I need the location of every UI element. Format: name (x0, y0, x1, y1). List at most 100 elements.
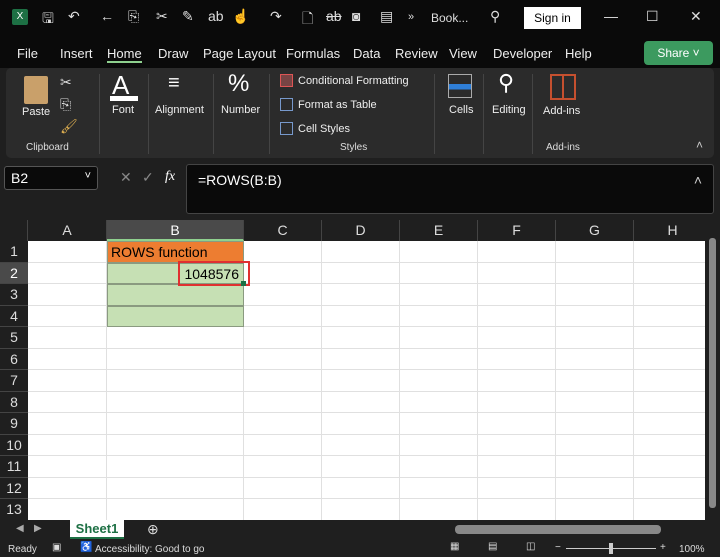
cell-B10[interactable] (107, 434, 244, 456)
cell-C1[interactable] (244, 241, 322, 263)
tab-formulas[interactable]: Formulas (286, 46, 340, 61)
column-header-B[interactable]: B (107, 220, 244, 241)
cell-D8[interactable] (322, 391, 400, 413)
row-header-10[interactable]: 10 (0, 434, 28, 456)
vertical-scrollbar[interactable] (705, 220, 720, 520)
paste-icon[interactable] (24, 76, 48, 104)
cell-F6[interactable] (478, 348, 556, 370)
copy-icon[interactable]: ⎘ (60, 96, 71, 113)
cell-C10[interactable] (244, 434, 322, 456)
touch-icon[interactable]: ☝ (232, 8, 249, 25)
tab-help[interactable]: Help (565, 46, 592, 61)
cell-D9[interactable] (322, 413, 400, 435)
cell-H10[interactable] (634, 434, 705, 456)
cell-A9[interactable] (28, 413, 107, 435)
cell-E3[interactable] (400, 284, 478, 306)
cancel-icon[interactable]: ✕ (120, 169, 132, 186)
row-header-7[interactable]: 7 (0, 370, 28, 392)
cell-H13[interactable] (634, 499, 705, 520)
cell-A13[interactable] (28, 499, 107, 520)
cell-D12[interactable] (322, 477, 400, 499)
alignment-button[interactable]: Alignment (155, 104, 204, 116)
page-layout-view-icon[interactable]: ▤ (488, 541, 497, 552)
spreadsheet-grid[interactable]: A B C D E F G H 1 ROWS function 2 1048576 3 4 5 6 7 8 9 10 1… (0, 220, 705, 520)
cell-D13[interactable] (322, 499, 400, 520)
cell-H6[interactable] (634, 348, 705, 370)
cell-H1[interactable] (634, 241, 705, 263)
cell-D3[interactable] (322, 284, 400, 306)
add-ins-icon[interactable] (550, 74, 576, 100)
prev-sheet-icon[interactable]: ◀ (16, 523, 24, 534)
add-ins-button[interactable]: Add-ins (543, 105, 580, 117)
cell-H2[interactable] (634, 262, 705, 284)
cell-A6[interactable] (28, 348, 107, 370)
cell-G1[interactable] (556, 241, 634, 263)
font-button[interactable]: Font (112, 104, 134, 116)
cell-B5[interactable] (107, 327, 244, 349)
cell-G6[interactable] (556, 348, 634, 370)
cell-A8[interactable] (28, 391, 107, 413)
macro-record-icon[interactable]: ▣ (52, 542, 61, 553)
tab-view[interactable]: View (449, 46, 477, 61)
cell-C13[interactable] (244, 499, 322, 520)
zoom-out-button[interactable]: − (555, 542, 561, 553)
cell-C2[interactable] (244, 262, 322, 284)
cell-B7[interactable] (107, 370, 244, 392)
fill-handle[interactable] (241, 281, 246, 286)
scroll-thumb[interactable] (709, 238, 716, 508)
add-sheet-icon[interactable]: ⊕ (147, 521, 159, 538)
cell-H9[interactable] (634, 413, 705, 435)
new-file-icon[interactable]: 🗋 (302, 8, 313, 32)
cell-G3[interactable] (556, 284, 634, 306)
tab-page-layout[interactable]: Page Layout (203, 46, 276, 61)
cell-E8[interactable] (400, 391, 478, 413)
sheet-tab-sheet1[interactable]: Sheet1 (70, 520, 124, 539)
spelling-icon[interactable]: ab (208, 8, 224, 24)
cell-F8[interactable] (478, 391, 556, 413)
cell-F4[interactable] (478, 305, 556, 327)
cell-D10[interactable] (322, 434, 400, 456)
cell-G4[interactable] (556, 305, 634, 327)
cell-E7[interactable] (400, 370, 478, 392)
cell-E11[interactable] (400, 456, 478, 478)
column-header-C[interactable]: C (244, 220, 322, 241)
column-header-E[interactable]: E (400, 220, 478, 241)
row-header-12[interactable]: 12 (0, 477, 28, 499)
normal-view-icon[interactable]: ▦ (450, 541, 459, 552)
tab-draw[interactable]: Draw (158, 46, 188, 61)
number-button[interactable]: Number (221, 104, 260, 116)
cell-F1[interactable] (478, 241, 556, 263)
name-box[interactable]: B2 ˅ (4, 166, 98, 190)
cell-H11[interactable] (634, 456, 705, 478)
cell-H3[interactable] (634, 284, 705, 306)
search-icon[interactable]: ⚲ (490, 8, 500, 25)
share-button[interactable]: Share ˅ (644, 41, 713, 65)
collapse-ribbon-icon[interactable]: ˄ (696, 138, 703, 152)
cell-E1[interactable] (400, 241, 478, 263)
cell-E12[interactable] (400, 477, 478, 499)
cell-C7[interactable] (244, 370, 322, 392)
cell-H7[interactable] (634, 370, 705, 392)
paste-button[interactable]: Paste (22, 106, 50, 118)
cell-D2[interactable] (322, 262, 400, 284)
more-commands-button[interactable]: » (408, 11, 414, 23)
cell-F11[interactable] (478, 456, 556, 478)
cell-F10[interactable] (478, 434, 556, 456)
cell-H12[interactable] (634, 477, 705, 499)
strikethrough-icon[interactable]: ab (326, 8, 342, 24)
row-header-13[interactable]: 13 (0, 499, 28, 520)
tab-data[interactable]: Data (353, 46, 380, 61)
format-painter-icon[interactable]: 🖌 (60, 118, 78, 135)
cell-B9[interactable] (107, 413, 244, 435)
cell-F9[interactable] (478, 413, 556, 435)
cells-icon[interactable] (448, 74, 472, 98)
maximize-button[interactable]: ☐ (646, 8, 659, 25)
accessibility-icon[interactable]: ♿ (80, 542, 92, 553)
cell-A7[interactable] (28, 370, 107, 392)
cell-G7[interactable] (556, 370, 634, 392)
copy-icon[interactable]: ⎘ (128, 8, 139, 25)
cell-F2[interactable] (478, 262, 556, 284)
redo-icon[interactable]: ↷ (270, 8, 282, 25)
cell-A3[interactable] (28, 284, 107, 306)
column-header-H[interactable]: H (634, 220, 705, 241)
